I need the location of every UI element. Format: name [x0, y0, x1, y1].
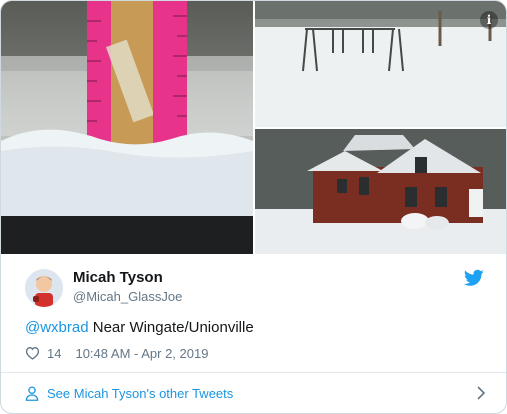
divider	[1, 372, 506, 373]
see-other-tweets-link[interactable]: See Micah Tyson's other Tweets	[25, 383, 490, 403]
mention-link[interactable]: @wxbrad	[25, 319, 89, 336]
embedded-tweet-card: i Micah Tyson @Micah_GlassJoe @wxbrad Ne…	[0, 0, 507, 414]
snowy-swingset-photo[interactable]: i	[255, 1, 506, 127]
heart-icon[interactable]	[25, 346, 40, 360]
twitter-bird-icon[interactable]	[464, 269, 484, 287]
user-handle[interactable]: @Micah_GlassJoe	[73, 289, 182, 304]
tweet-body-text: Near Wingate/Unionville	[88, 319, 254, 336]
see-other-tweets-label: See Micah Tyson's other Tweets	[47, 385, 234, 401]
like-count[interactable]: 14	[47, 346, 61, 361]
person-icon	[25, 385, 39, 401]
user-name[interactable]: Micah Tyson	[73, 269, 163, 286]
timestamp[interactable]: 10:48 AM - Apr 2, 2019	[75, 346, 208, 361]
avatar[interactable]	[25, 269, 63, 307]
tweet-text: @wxbrad Near Wingate/Unionville	[25, 319, 254, 336]
media-grid: i	[1, 1, 506, 254]
chevron-right-icon	[477, 386, 486, 400]
tweet-meta: 14 10:48 AM - Apr 2, 2019	[25, 344, 208, 362]
avatar-icon	[25, 269, 63, 307]
snowy-brick-house-photo[interactable]	[255, 129, 506, 254]
snow-depth-ruler-photo[interactable]	[1, 1, 253, 254]
info-icon[interactable]: i	[480, 11, 498, 29]
